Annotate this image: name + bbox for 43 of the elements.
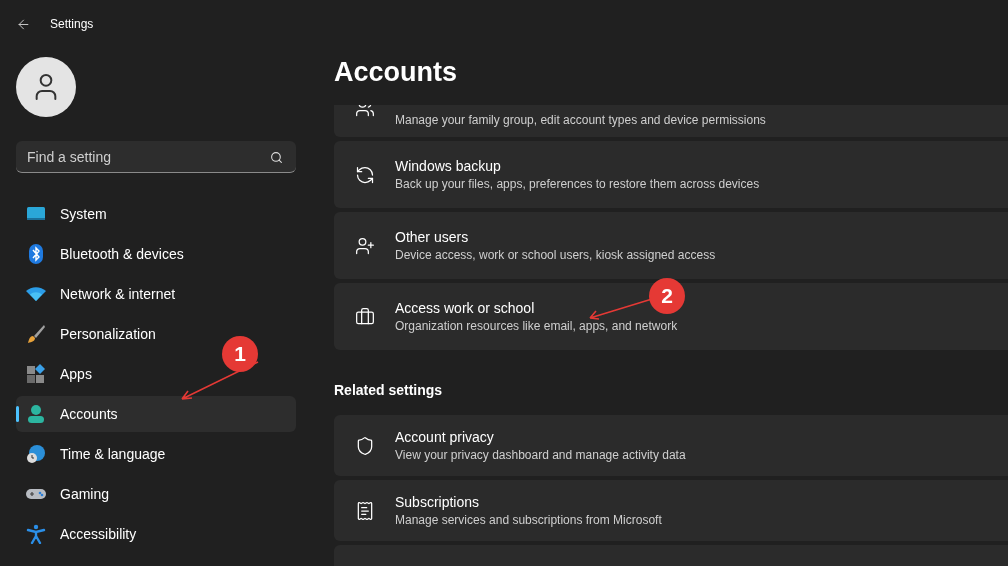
settings-card[interactable]: Subscriptions Manage services and subscriptions from Microsoft — [334, 480, 1008, 541]
card-title: Subscriptions — [395, 493, 480, 512]
nav-item[interactable]: Time & language — [16, 436, 296, 472]
card-description: View your privacy dashboard and manage activity data — [395, 447, 686, 463]
brush-icon — [26, 324, 46, 344]
add-user-icon — [355, 235, 375, 256]
nav-item[interactable]: Network & internet — [16, 276, 296, 312]
card-title: Windows backup — [395, 157, 501, 176]
search-icon[interactable] — [270, 151, 283, 164]
search-field[interactable]: Find a setting — [16, 141, 296, 173]
card-title: Account privacy — [395, 428, 494, 447]
person-icon — [26, 404, 46, 424]
apps-icon — [26, 364, 46, 384]
settings-card[interactable]: Manage your family group, edit account types and device permissions — [334, 105, 1008, 137]
section-heading: Related settings — [334, 381, 444, 400]
nav-item[interactable]: Gaming — [16, 476, 296, 512]
settings-card[interactable]: Account privacy View your privacy dashboard and manage activity data — [334, 415, 1008, 476]
shield-icon — [355, 435, 375, 456]
selection-indicator — [16, 406, 19, 422]
settings-card[interactable]: Other users Device access, work or school users, kiosk assigned access — [334, 212, 1008, 279]
card-description: Manage your family group, edit account types and device permissions — [395, 112, 766, 129]
globe-clock-icon — [26, 444, 46, 464]
card-title: Other users — [395, 228, 469, 247]
receipt-icon — [355, 500, 375, 521]
page-title: Accounts — [334, 55, 458, 89]
annotation-marker: 1 — [222, 336, 258, 372]
nav-item[interactable]: Accounts — [16, 396, 296, 432]
nav-item[interactable]: System — [16, 196, 296, 232]
settings-card[interactable]: Windows backup Back up your files, apps, preferences to restore them across devices — [334, 141, 1008, 208]
back-icon[interactable] — [16, 16, 31, 32]
window-title: Settings — [50, 16, 94, 33]
card-description: Manage services and subscriptions from Microsoft — [395, 512, 662, 528]
briefcase-icon — [355, 306, 375, 327]
card-title: Access work or school — [395, 299, 535, 318]
card-description: Device access, work or school users, kiosk assigned access — [395, 247, 716, 263]
card-description: Back up your files, apps, preferences to restore them across devices — [395, 176, 760, 192]
accessibility-icon — [26, 524, 46, 544]
wifi-icon — [26, 284, 46, 304]
card-description: Organization resources like email, apps, and network — [395, 318, 678, 334]
bluetooth-icon — [26, 244, 46, 264]
nav-item[interactable]: Accessibility — [16, 516, 296, 552]
sync-icon — [355, 164, 375, 185]
nav-item[interactable]: Bluetooth & devices — [16, 236, 296, 272]
